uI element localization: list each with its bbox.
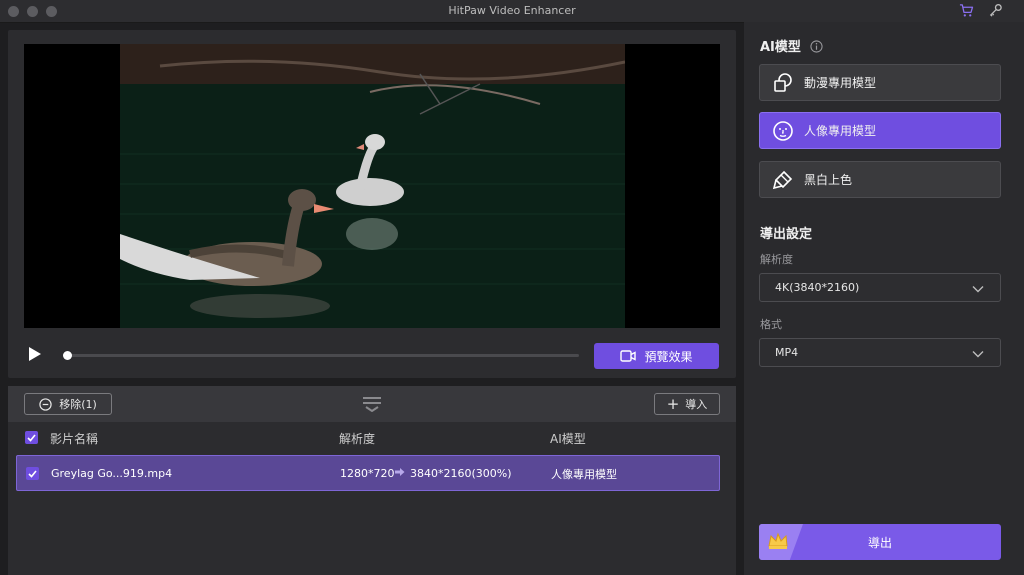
title-bar: HitPaw Video Enhancer	[0, 0, 1024, 23]
remove-button[interactable]: 移除(1)	[24, 393, 112, 415]
ai-model-title: AI模型	[760, 36, 824, 57]
table-row[interactable]: Greylag Go...919.mp4 1280*720 3840*2160(…	[16, 455, 720, 491]
video-camera-icon	[620, 350, 637, 362]
row-model: 人像專用模型	[551, 468, 617, 481]
row-checkbox[interactable]	[26, 467, 39, 480]
colorize-model-button[interactable]: 黑白上色	[759, 161, 1001, 198]
resolution-select[interactable]: 4K(3840*2160)	[759, 273, 1001, 302]
format-value: MP4	[775, 346, 799, 359]
resolution-value: 4K(3840*2160)	[775, 281, 860, 294]
column-header-name[interactable]: 影片名稱	[50, 430, 98, 447]
play-button[interactable]	[28, 346, 44, 364]
preview-effect-button[interactable]: 預覽效果	[594, 343, 719, 369]
colorize-model-label: 黑白上色	[804, 173, 853, 187]
chevron-down-icon	[972, 283, 984, 296]
preview-effect-label: 預覽效果	[644, 349, 693, 364]
crown-icon	[767, 531, 789, 554]
list-toolbar: 移除(1) + 導入	[8, 386, 736, 422]
import-button[interactable]: + 導入	[654, 393, 720, 415]
column-header-resolution[interactable]: 解析度	[339, 430, 375, 447]
target-resolution: 3840*2160(300%)	[410, 467, 512, 480]
main-area: 預覽效果 移除(1) + 導入 影片名稱 解析度 AI模型 Greylag Go…	[8, 30, 736, 575]
arrow-right-icon	[395, 467, 405, 480]
seek-handle[interactable]	[63, 351, 72, 360]
video-player[interactable]	[24, 44, 720, 328]
portrait-model-button[interactable]: 人像專用模型	[759, 112, 1001, 149]
anime-icon	[770, 70, 796, 96]
minus-circle-icon	[39, 397, 52, 411]
select-all-checkbox[interactable]	[25, 431, 38, 444]
remove-label: 移除(1)	[59, 398, 97, 411]
portrait-model-label: 人像專用模型	[804, 124, 877, 138]
export-settings-title: 導出設定	[760, 227, 813, 242]
window-title: HitPaw Video Enhancer	[448, 4, 576, 17]
check-icon	[28, 469, 37, 478]
video-thumbnail	[120, 44, 625, 328]
list-header: 影片名稱 解析度 AI模型	[8, 422, 736, 452]
settings-sidebar: AI模型 動漫專用模型 人像專用模型 黑白上色 導出設定 解析度 4K(3840…	[744, 22, 1024, 575]
key-icon[interactable]	[988, 3, 1003, 22]
import-label: 導入	[685, 398, 708, 411]
source-resolution: 1280*720	[340, 467, 395, 480]
video-frame	[120, 44, 625, 328]
face-icon	[770, 118, 796, 144]
anime-model-button[interactable]: 動漫專用模型	[759, 64, 1001, 101]
colorize-icon	[770, 167, 796, 193]
plus-icon: +	[666, 395, 680, 413]
format-select[interactable]: MP4	[759, 338, 1001, 367]
preview-panel: 預覽效果	[8, 30, 736, 378]
collapse-list-icon[interactable]	[362, 396, 382, 416]
export-label: 導出	[867, 535, 892, 550]
seek-bar[interactable]	[63, 351, 579, 360]
column-header-model[interactable]: AI模型	[550, 430, 586, 447]
format-label: 格式	[760, 318, 782, 331]
file-name: Greylag Go...919.mp4	[51, 467, 173, 480]
export-button[interactable]: 導出	[759, 524, 1001, 560]
info-icon[interactable]	[810, 40, 824, 57]
play-icon	[29, 347, 41, 361]
file-list-panel: 移除(1) + 導入 影片名稱 解析度 AI模型 Greylag Go...91…	[8, 386, 736, 575]
anime-model-label: 動漫專用模型	[804, 76, 877, 90]
check-icon	[27, 433, 36, 442]
ai-model-title-text: AI模型	[760, 40, 801, 55]
cart-icon[interactable]	[959, 3, 974, 22]
chevron-down-icon	[972, 348, 984, 361]
resolution-label: 解析度	[760, 253, 793, 266]
